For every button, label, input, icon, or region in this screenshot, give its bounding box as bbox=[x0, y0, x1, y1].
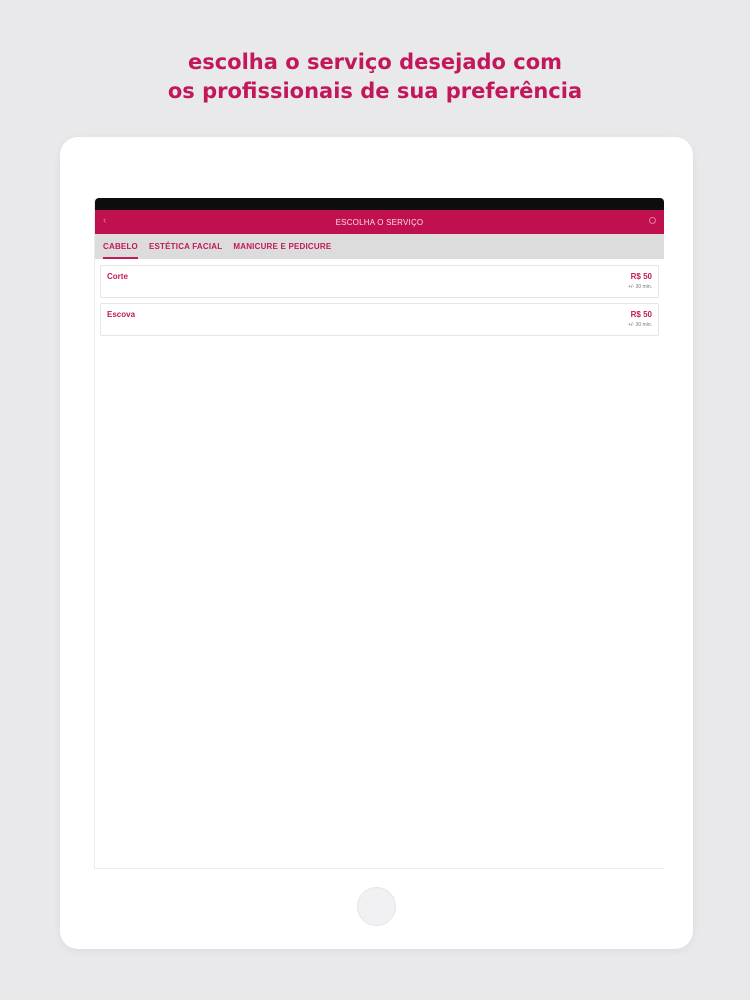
app-screen: ‹ ESCOLHA O SERVIÇO CABELO ESTÉTICA FACI… bbox=[94, 198, 664, 869]
category-tabs: CABELO ESTÉTICA FACIAL MANICURE E PEDICU… bbox=[95, 234, 664, 259]
nav-bar: ‹ ESCOLHA O SERVIÇO bbox=[95, 210, 664, 234]
promo-headline: escolha o serviço desejado com os profis… bbox=[0, 48, 750, 106]
service-duration: +/- 30 min. bbox=[628, 284, 652, 290]
service-item-escova[interactable]: Escova R$ 50 +/- 30 min. bbox=[100, 303, 659, 336]
tab-cabelo[interactable]: CABELO bbox=[103, 234, 138, 259]
status-bar bbox=[95, 198, 664, 210]
service-price: R$ 50 bbox=[630, 310, 652, 319]
service-duration: +/- 30 min. bbox=[628, 322, 652, 328]
service-price: R$ 50 bbox=[630, 272, 652, 281]
promo-headline-line-1: escolha o serviço desejado com bbox=[187, 50, 563, 74]
promo-headline-line-2: os profissionais de sua preferência bbox=[167, 79, 583, 103]
tab-estetica-facial[interactable]: ESTÉTICA FACIAL bbox=[149, 234, 222, 259]
service-item-corte[interactable]: Corte R$ 50 +/- 30 min. bbox=[100, 265, 659, 298]
back-icon[interactable]: ‹ bbox=[103, 215, 106, 226]
home-button[interactable] bbox=[357, 887, 396, 926]
service-name: Corte bbox=[107, 272, 128, 281]
tablet-frame: ‹ ESCOLHA O SERVIÇO CABELO ESTÉTICA FACI… bbox=[60, 137, 693, 949]
tab-manicure-pedicure[interactable]: MANICURE E PEDICURE bbox=[233, 234, 331, 259]
service-name: Escova bbox=[107, 310, 136, 319]
page-title: ESCOLHA O SERVIÇO bbox=[335, 217, 424, 227]
search-icon[interactable] bbox=[649, 217, 656, 224]
service-list: Corte R$ 50 +/- 30 min. Escova R$ 50 +/-… bbox=[95, 259, 664, 336]
